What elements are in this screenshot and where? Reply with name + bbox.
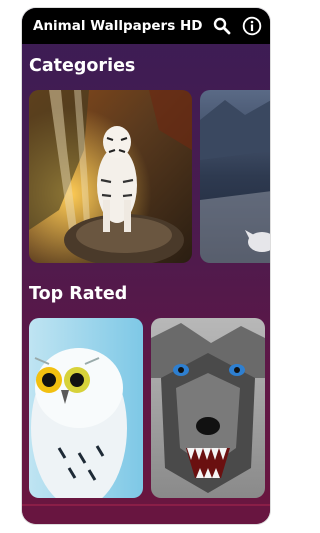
search-icon[interactable] <box>210 14 234 38</box>
bottom-divider <box>22 504 270 524</box>
app-title: Animal Wallpapers HD <box>33 18 203 34</box>
top-rated-card-owl[interactable] <box>29 318 143 498</box>
info-icon[interactable] <box>240 14 264 38</box>
owl-wallpaper-image <box>29 318 143 498</box>
categories-carousel[interactable] <box>29 90 270 263</box>
category-card-tiger[interactable] <box>29 90 192 263</box>
wolf-night-wallpaper-image <box>200 90 270 263</box>
top-rated-card-wolf[interactable] <box>151 318 265 498</box>
category-card-wolf[interactable] <box>200 90 270 263</box>
app-screen: Animal Wallpapers HD Categories Top Rate… <box>22 8 270 524</box>
app-bar: Animal Wallpapers HD <box>22 8 270 44</box>
categories-title: Categories <box>29 56 136 76</box>
top-rated-title: Top Rated <box>29 284 128 304</box>
top-rated-grid <box>29 318 265 498</box>
tiger-wallpaper-image <box>29 90 192 263</box>
wolf-wallpaper-image <box>151 318 265 498</box>
